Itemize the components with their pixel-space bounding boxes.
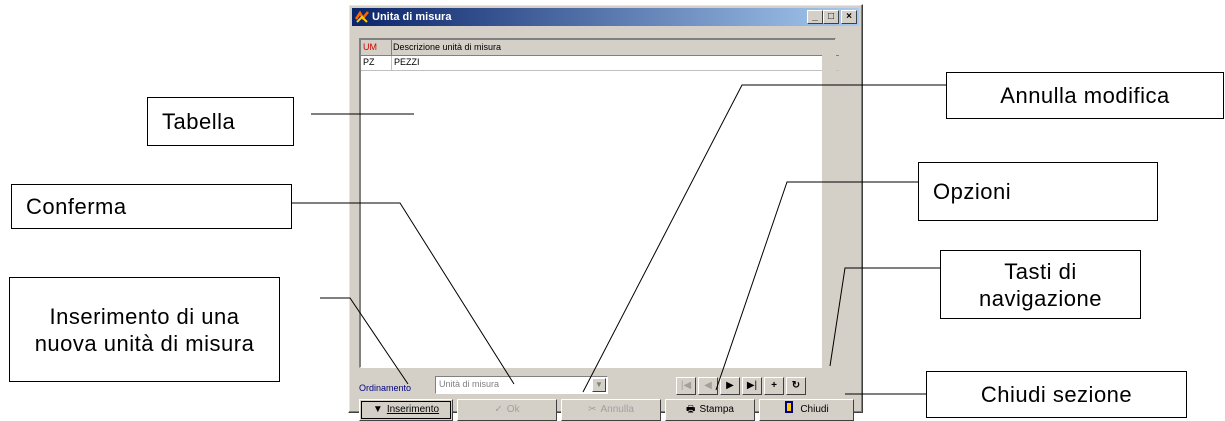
column-divider: [391, 56, 392, 70]
title-bar[interactable]: Unita di misura _ □ ×: [352, 8, 859, 26]
table-header: UM Descrizione unità di misura: [361, 40, 839, 56]
insert-button-label: Inserimento: [386, 404, 440, 415]
units-table[interactable]: UM Descrizione unità di misura PZ PEZZI: [359, 38, 839, 368]
callout-opzioni: Opzioni: [918, 162, 1158, 221]
last-record-button[interactable]: ▶|: [742, 377, 762, 395]
ok-button-label: Ok: [506, 404, 520, 415]
units-window: Unita di misura _ □ × UM Descrizione uni…: [348, 4, 863, 421]
ordering-select[interactable]: Unità di misura ▼: [435, 376, 608, 394]
close-section-button[interactable]: Chiudi: [759, 399, 854, 421]
callout-tasti-navigazione: Tasti di navigazione: [940, 250, 1141, 319]
printer-icon: 🖶: [686, 404, 696, 415]
app-icon: [354, 10, 369, 23]
previous-record-button[interactable]: ◀: [698, 377, 718, 395]
ok-button[interactable]: ✓ Ok: [457, 399, 557, 421]
cell-um: PZ: [363, 57, 375, 67]
ordering-label: Ordinamento: [359, 383, 412, 393]
add-record-button[interactable]: +: [764, 377, 784, 395]
minimize-button[interactable]: _: [807, 10, 823, 24]
column-header-description[interactable]: Descrizione unità di misura: [393, 40, 501, 54]
close-section-button-label: Chiudi: [800, 404, 829, 415]
ordering-selected-value: Unità di misura: [439, 379, 500, 389]
check-icon: ✓: [494, 404, 503, 415]
callout-tabella: Tabella: [147, 97, 294, 146]
table-row[interactable]: PZ PEZZI: [361, 56, 839, 71]
callout-inserimento: Inserimento di una nuova unità di misura: [9, 277, 280, 382]
arrow-down-icon: ▼: [372, 404, 383, 415]
callout-conferma: Conferma: [11, 184, 292, 229]
window-title: Unita di misura: [372, 11, 452, 23]
vertical-scrollbar-area: [822, 40, 836, 368]
chevron-down-icon[interactable]: ▼: [592, 378, 606, 392]
cell-description: PEZZI: [394, 57, 420, 67]
callout-annulla-modifica: Annulla modifica: [946, 72, 1224, 119]
close-button[interactable]: ×: [841, 10, 857, 24]
print-button-label: Stampa: [699, 404, 734, 415]
callout-chiudi-sezione: Chiudi sezione: [926, 371, 1187, 418]
cancel-button-label: Annulla: [600, 404, 634, 415]
refresh-button[interactable]: ↻: [786, 377, 806, 395]
first-record-button[interactable]: |◀: [676, 377, 696, 395]
print-button[interactable]: 🖶 Stampa: [665, 399, 755, 421]
cancel-button[interactable]: ✂ Annulla: [561, 399, 661, 421]
column-header-um[interactable]: UM: [363, 40, 377, 54]
scissors-icon: ✂: [588, 404, 597, 415]
column-divider: [391, 40, 392, 55]
maximize-button[interactable]: □: [823, 10, 839, 24]
insert-button[interactable]: ▼ Inserimento: [359, 399, 453, 421]
door-icon: [785, 401, 794, 413]
next-record-button[interactable]: ▶: [720, 377, 740, 395]
